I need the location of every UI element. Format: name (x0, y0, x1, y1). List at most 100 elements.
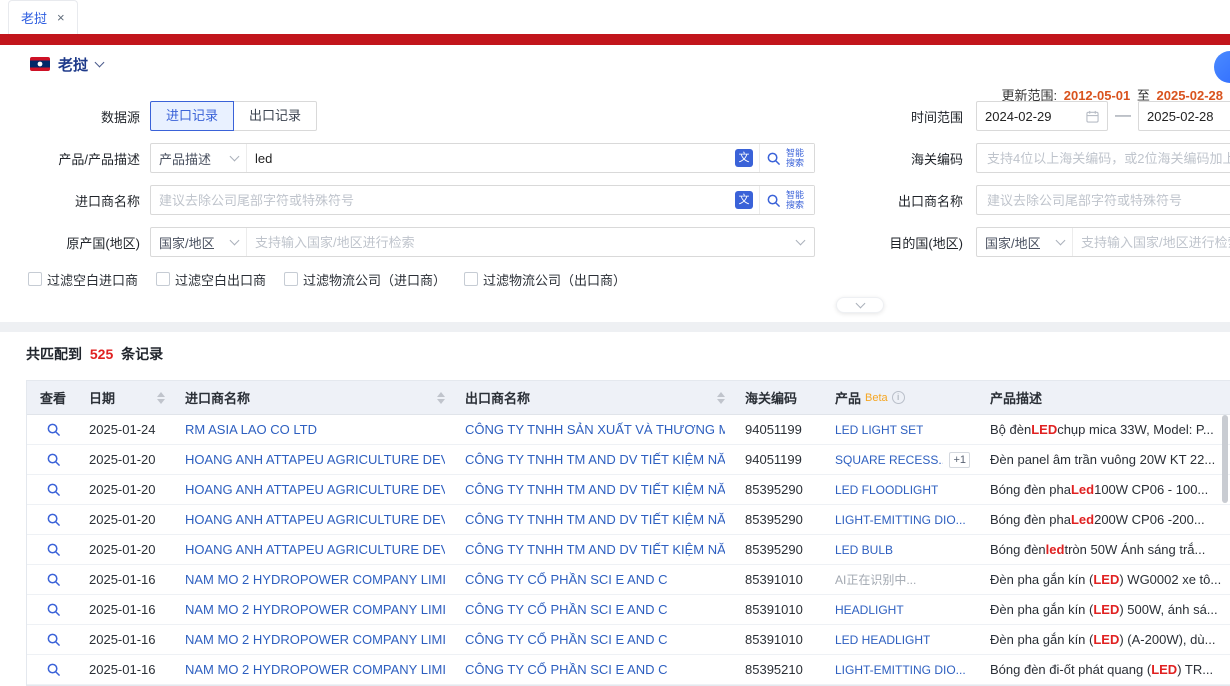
importer-link[interactable]: NAM MO 2 HYDROPOWER COMPANY LIMI... (185, 572, 445, 587)
importer-link[interactable]: HOANG ANH ATTAPEU AGRICULTURE DEVE... (185, 452, 445, 467)
destination-country-input[interactable] (1073, 228, 1230, 256)
translate-icon[interactable] (735, 191, 753, 209)
exporter-name-input[interactable] (976, 185, 1230, 215)
country-selector[interactable]: 老挝 (0, 45, 1230, 83)
product-link[interactable]: LIGHT-EMITTING DIO... (835, 663, 966, 677)
table-row: 2025-01-20HOANG ANH ATTAPEU AGRICULTURE … (27, 535, 1230, 565)
results-table: 查看 日期 进口商名称 出口商名称 海关编码 产品 Beta i (26, 380, 1230, 686)
exporter-link[interactable]: CÔNG TY TNHH TM AND DV TIẾT KIỆM NĂ... (465, 542, 725, 557)
export-records-button[interactable]: 出口记录 (233, 101, 317, 131)
product-link[interactable]: LED BULB (835, 543, 893, 557)
smart-search-label: 智能搜索 (784, 148, 806, 168)
view-detail-button[interactable] (27, 505, 79, 534)
vertical-scrollbar[interactable] (1222, 415, 1228, 503)
exporter-link[interactable]: CÔNG TY CỔ PHẦN SCI E AND C (465, 662, 668, 677)
filter-logistics-exporter-checkbox[interactable]: 过滤物流公司（出口商） (464, 270, 626, 289)
filter-blank-exporter-checkbox[interactable]: 过滤空白出口商 (156, 270, 266, 289)
origin-country-input[interactable] (247, 228, 793, 256)
table-row: 2025-01-20HOANG ANH ATTAPEU AGRICULTURE … (27, 505, 1230, 535)
sort-icon[interactable] (717, 392, 725, 404)
view-detail-button[interactable] (27, 655, 79, 684)
exporter-link[interactable]: CÔNG TY TNHH TM AND DV TIẾT KIỆM NĂ... (465, 512, 725, 527)
filter-blank-importer-checkbox[interactable]: 过滤空白进口商 (28, 270, 138, 289)
col-date[interactable]: 日期 (79, 381, 175, 414)
results-count: 525 (90, 346, 113, 362)
filter-right-hscode: 海关编码 (878, 143, 1230, 173)
checkbox-icon[interactable] (28, 272, 42, 286)
date-cell: 2025-01-16 (79, 595, 175, 624)
table-row: 2025-01-16 NAM MO 2 HYDROPOWER COMPANY LI… (27, 595, 1230, 625)
smart-search-button[interactable]: 智能搜索 (759, 186, 814, 214)
import-records-button[interactable]: 进口记录 (150, 101, 234, 131)
destination-label: 目的国(地区) (878, 233, 963, 252)
view-detail-button[interactable] (27, 445, 79, 474)
product-link[interactable]: SQUARE RECESS... (835, 453, 943, 467)
destination-type-select[interactable]: 国家/地区 (977, 228, 1073, 256)
view-search-icon (46, 572, 61, 587)
product-link[interactable]: HEADLIGHT (835, 603, 904, 617)
view-detail-button[interactable] (27, 565, 79, 594)
col-importer[interactable]: 进口商名称 (175, 381, 455, 414)
hscode-input[interactable] (976, 143, 1230, 173)
date-to-input[interactable]: 2025-02-28 (1138, 101, 1230, 131)
tab-close-icon[interactable]: × (57, 11, 65, 24)
importer-link[interactable]: HOANG ANH ATTAPEU AGRICULTURE DEVE... (185, 542, 445, 557)
info-icon[interactable]: i (892, 391, 905, 404)
product-cell: LED HEADLIGHT (825, 625, 980, 654)
description-cell: Đèn pha gắn kín (LED) (A-200W), dù... (980, 625, 1230, 654)
importer-link[interactable]: NAM MO 2 HYDROPOWER COMPANY LIMI... (185, 632, 445, 647)
product-cell: AI正在识别中... (825, 565, 980, 594)
translate-icon[interactable] (735, 149, 753, 167)
smart-search-button[interactable]: 智能搜索 (759, 144, 814, 172)
importer-name-input[interactable] (151, 186, 729, 214)
collapse-filter-button[interactable] (836, 297, 884, 313)
product-link[interactable]: LIGHT-EMITTING DIO... (835, 513, 966, 527)
origin-type-select[interactable]: 国家/地区 (151, 228, 247, 256)
product-search-input[interactable] (247, 144, 729, 172)
smart-search-label: 智能搜索 (784, 190, 806, 210)
hscode-cell: 85395290 (735, 505, 825, 534)
importer-field-group: 智能搜索 (150, 185, 815, 215)
product-link[interactable]: LED FLOODLIGHT (835, 483, 938, 497)
view-detail-button[interactable] (27, 595, 79, 624)
product-cell: LIGHT-EMITTING DIO... (825, 655, 980, 684)
exporter-link[interactable]: CÔNG TY CỔ PHẦN SCI E AND C (465, 602, 668, 617)
chevron-down-icon (95, 57, 105, 67)
exporter-link[interactable]: CÔNG TY TNHH TM AND DV TIẾT KIỆM NĂ... (465, 482, 725, 497)
exporter-link[interactable]: CÔNG TY CỔ PHẦN SCI E AND C (465, 572, 668, 587)
view-search-icon (46, 602, 61, 617)
filter-logistics-importer-checkbox[interactable]: 过滤物流公司（进口商） (284, 270, 446, 289)
date-cell: 2025-01-16 (79, 655, 175, 684)
importer-link[interactable]: RM ASIA LAO CO LTD (185, 422, 317, 437)
sort-icon[interactable] (157, 392, 165, 404)
exporter-link[interactable]: CÔNG TY TNHH TM AND DV TIẾT KIỆM NĂ... (465, 452, 725, 467)
checkbox-icon[interactable] (464, 272, 478, 286)
tab-laos[interactable]: 老挝 × (8, 0, 78, 34)
date-from-input[interactable]: 2024-02-29 (976, 101, 1108, 131)
view-detail-button[interactable] (27, 415, 79, 444)
view-detail-button[interactable] (27, 535, 79, 564)
view-detail-button[interactable] (27, 475, 79, 504)
importer-link[interactable]: HOANG ANH ATTAPEU AGRICULTURE DEVE... (185, 482, 445, 497)
product-link[interactable]: LED LIGHT SET (835, 423, 923, 437)
exporter-cell: CÔNG TY TNHH SẢN XUẤT VÀ THƯƠNG M... (455, 415, 735, 444)
checkbox-icon[interactable] (156, 272, 170, 286)
sort-icon[interactable] (437, 392, 445, 404)
col-exporter[interactable]: 出口商名称 (455, 381, 735, 414)
view-detail-button[interactable] (27, 625, 79, 654)
view-search-icon (46, 662, 61, 677)
product-link[interactable]: LED HEADLIGHT (835, 633, 930, 647)
importer-link[interactable]: NAM MO 2 HYDROPOWER COMPANY LIMI... (185, 602, 445, 617)
checkbox-icon[interactable] (284, 272, 298, 286)
product-more-badge[interactable]: +1 (949, 452, 970, 468)
calendar-icon (1086, 110, 1099, 123)
origin-label: 原产国(地区) (28, 233, 140, 252)
importer-link[interactable]: HOANG ANH ATTAPEU AGRICULTURE DEVE... (185, 512, 445, 527)
destination-type-value: 国家/地区 (985, 233, 1041, 252)
product-type-select[interactable]: 产品描述 (151, 144, 247, 172)
date-cell: 2025-01-16 (79, 565, 175, 594)
importer-link[interactable]: NAM MO 2 HYDROPOWER COMPANY LIMI... (185, 662, 445, 677)
exporter-link[interactable]: CÔNG TY CỔ PHẦN SCI E AND C (465, 632, 668, 647)
exporter-link[interactable]: CÔNG TY TNHH SẢN XUẤT VÀ THƯƠNG M... (465, 422, 725, 437)
description-cell: Bóng đèn pha Led 100W CP06 - 100... (980, 475, 1230, 504)
